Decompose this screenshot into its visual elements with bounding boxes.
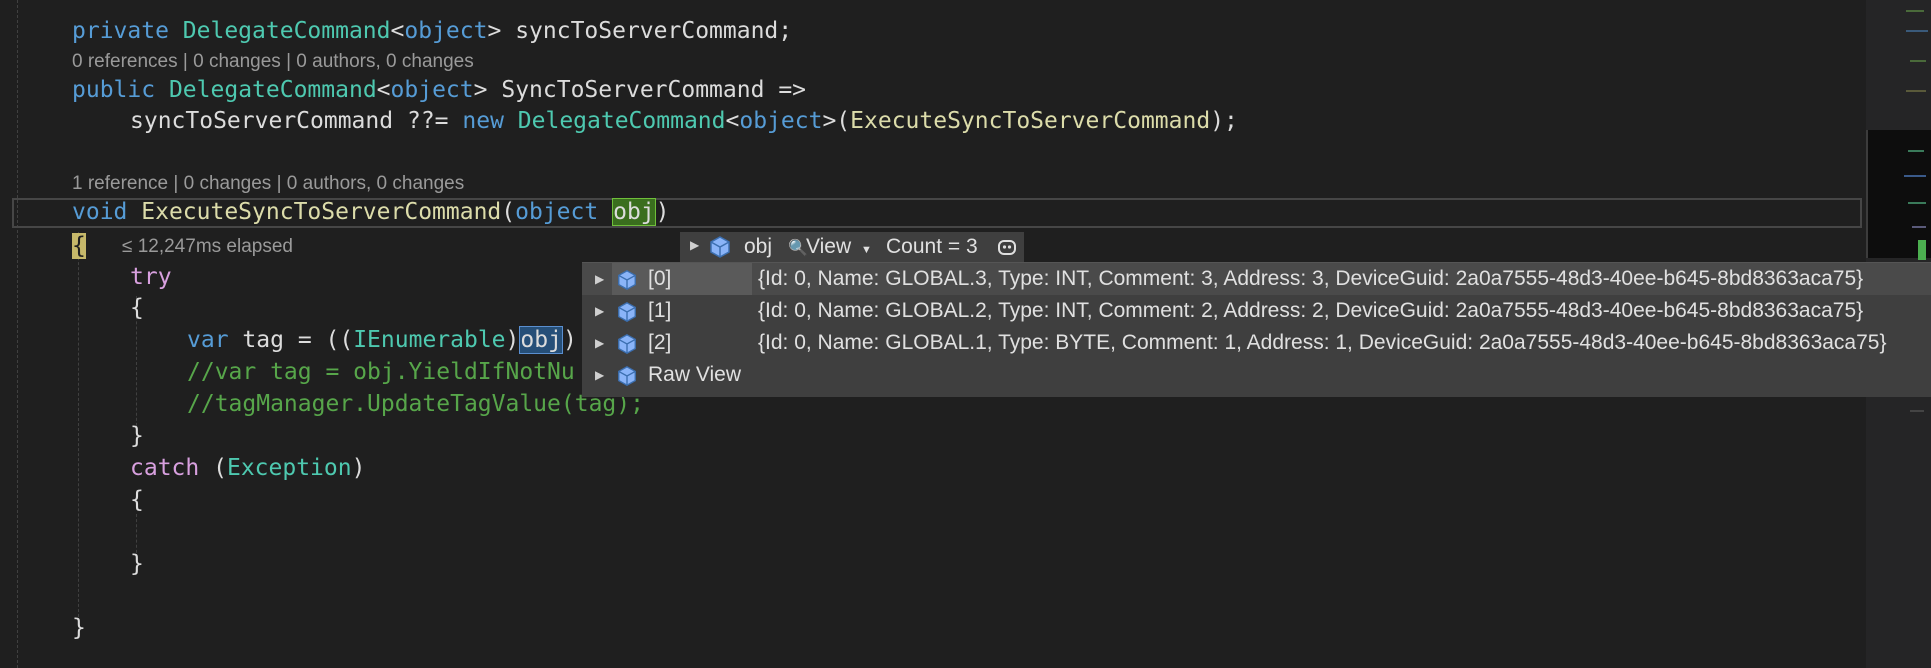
code-line-catch-close[interactable]: } (130, 549, 144, 579)
row-name: Raw View (648, 363, 741, 386)
code-line-method-close[interactable]: } (72, 613, 86, 643)
row-name: [0] (648, 267, 672, 290)
code-line-catch[interactable]: catch (Exception) (130, 453, 365, 483)
expand-arrow-icon[interactable]: ▶ (690, 238, 699, 252)
code-line-var-tag[interactable]: var tag = ((IEnumerable)obj) (187, 325, 577, 355)
code-line-field-decl[interactable]: private DelegateCommand<object> syncToSe… (72, 16, 792, 46)
code-line-method-signature[interactable]: void ExecuteSyncToServerCommand(object o… (72, 197, 670, 227)
matching-brace: { (72, 233, 86, 259)
copilot-icon[interactable] (996, 236, 1018, 264)
indent-guide (78, 232, 79, 622)
minimap-change-marker (1918, 240, 1926, 260)
code-line-comment-1[interactable]: //var tag = obj.YieldIfNotNu (187, 357, 575, 387)
expand-arrow-icon[interactable]: ▶ (595, 359, 604, 391)
codelens-references[interactable]: 0 references | 0 changes | 0 authors, 0 … (72, 50, 474, 74)
datatip-var-name: obj (744, 235, 773, 258)
code-line-try[interactable]: try (130, 262, 172, 292)
code-line-catch-open[interactable]: { (130, 485, 144, 515)
code-line-try-open[interactable]: { (130, 293, 144, 323)
code-line-property-decl[interactable]: public DelegateCommand<object> SyncToSer… (72, 75, 806, 105)
datatip-header[interactable]: ▶ obj 🔍View ▼ Count = 3 (680, 232, 1024, 262)
code-line-try-close[interactable]: } (130, 421, 144, 451)
expand-arrow-icon[interactable]: ▶ (595, 295, 604, 327)
datatip-row[interactable]: ▶ [2] {Id: 0, Name: GLOBAL.1, Type: BYTE… (582, 327, 1931, 359)
minimap-viewport[interactable] (1866, 130, 1931, 258)
code-line-comment-2[interactable]: //tagManager.UpdateTagValue(tag); (187, 389, 644, 419)
count-label: Count = 3 (886, 235, 978, 258)
row-name: [2] (648, 331, 672, 354)
row-value[interactable]: {Id: 0, Name: GLOBAL.1, Type: BYTE, Comm… (758, 327, 1886, 359)
row-value[interactable]: {Id: 0, Name: GLOBAL.2, Type: INT, Comme… (758, 295, 1863, 327)
datatip-row-raw-view[interactable]: ▶ Raw View (582, 359, 1931, 391)
chevron-down-icon: ▼ (860, 244, 872, 256)
code-line-open-brace[interactable]: { (72, 231, 86, 261)
perf-tip-elapsed[interactable]: ≤ 12,247ms elapsed (122, 234, 293, 260)
row-name: [1] (648, 299, 672, 322)
code-line-property-body[interactable]: syncToServerCommand ??= new DelegateComm… (130, 106, 1238, 136)
indent-guide (17, 0, 18, 668)
datatip-row[interactable]: ▶ [1] {Id: 0, Name: GLOBAL.2, Type: INT,… (582, 295, 1931, 327)
view-dropdown[interactable]: 🔍View ▼ (788, 235, 872, 259)
magnifier-icon: 🔍 (788, 240, 808, 257)
row-value[interactable]: {Id: 0, Name: GLOBAL.3, Type: INT, Comme… (758, 263, 1863, 295)
selected-obj: obj (519, 326, 563, 354)
object-cube-icon (616, 365, 638, 397)
expand-arrow-icon[interactable]: ▶ (595, 263, 604, 295)
object-cube-icon (708, 235, 732, 265)
expand-arrow-icon[interactable]: ▶ (595, 327, 604, 359)
datatip-children: ▶ [0] {Id: 0, Name: GLOBAL.3, Type: INT,… (582, 262, 1931, 397)
codelens-method-references[interactable]: 1 reference | 0 changes | 0 authors, 0 c… (72, 172, 464, 196)
param-obj-highlight: obj (612, 198, 656, 226)
datatip-row[interactable]: ▶ [0] {Id: 0, Name: GLOBAL.3, Type: INT,… (582, 263, 1931, 295)
